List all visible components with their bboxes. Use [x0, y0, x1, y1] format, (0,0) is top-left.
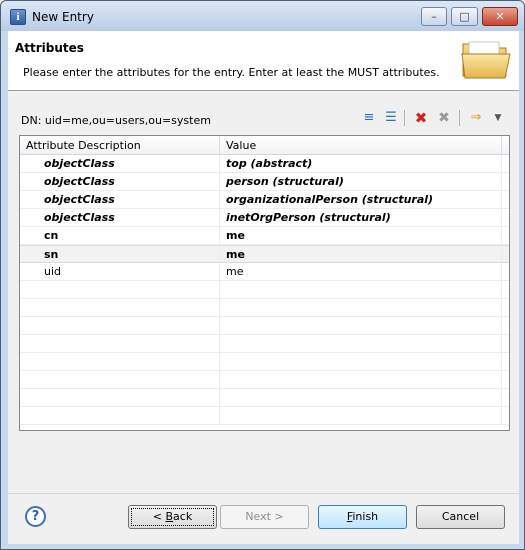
empty-table-row: [20, 317, 509, 335]
finish-button[interactable]: Finish: [318, 505, 407, 529]
window-title: New Entry: [32, 10, 94, 24]
edit-value-icon[interactable]: ☰: [382, 109, 400, 127]
column-header-value[interactable]: Value: [220, 136, 501, 155]
empty-cell: [20, 407, 220, 425]
filler-cell: [501, 263, 509, 281]
empty-table-row: [20, 299, 509, 317]
value-cell[interactable]: me: [221, 246, 501, 264]
finish-rest: inish: [352, 510, 379, 523]
value-cell[interactable]: person (structural): [221, 173, 501, 191]
empty-cell: [501, 335, 509, 353]
empty-cell: [501, 281, 509, 299]
empty-cell: [501, 317, 509, 335]
value-cell[interactable]: me: [221, 227, 501, 245]
empty-cell: [20, 389, 220, 407]
empty-table-row: [20, 389, 509, 407]
column-header-filler: [501, 136, 509, 155]
page-title: Attributes: [15, 41, 84, 55]
back-button[interactable]: < Back: [128, 505, 217, 529]
empty-cell: [221, 353, 501, 371]
dialog-window: i New Entry – □ ✕ Attributes Please ente…: [0, 0, 525, 550]
table-row[interactable]: objectClass person (structural): [20, 173, 509, 191]
folder-icon: [461, 41, 511, 79]
attribute-cell: objectClass: [20, 155, 220, 173]
toolbar-separator: [404, 110, 405, 126]
attribute-cell: objectClass: [20, 191, 220, 209]
attribute-cell: cn: [20, 227, 220, 245]
attribute-cell: objectClass: [20, 209, 220, 227]
button-bar-separator: [8, 493, 519, 494]
delete-all-icon[interactable]: ✖: [435, 109, 453, 127]
wizard-banner: Attributes Please enter the attributes f…: [8, 31, 519, 91]
empty-cell: [20, 299, 220, 317]
table-row[interactable]: cn me: [20, 227, 509, 245]
empty-cell: [501, 371, 509, 389]
maximize-button[interactable]: □: [451, 7, 478, 26]
cancel-button[interactable]: Cancel: [416, 505, 505, 529]
empty-cell: [221, 371, 501, 389]
dialog-client-area: Attributes Please enter the attributes f…: [8, 31, 519, 544]
table-row[interactable]: objectClass organizationalPerson (structu…: [20, 191, 509, 209]
empty-table-row: [20, 371, 509, 389]
focus-rect: [131, 508, 214, 526]
empty-cell: [221, 281, 501, 299]
attribute-toolbar: ≡ ☰ ✖ ✖ ⇒ ▼: [360, 109, 510, 129]
toolbar-separator: [459, 110, 460, 126]
table-row[interactable]: objectClass top (abstract): [20, 155, 509, 173]
empty-cell: [20, 317, 220, 335]
table-row[interactable]: sn me: [20, 245, 509, 264]
dn-label: DN: uid=me,ou=users,ou=system: [21, 114, 211, 127]
empty-cell: [221, 407, 501, 425]
new-value-icon[interactable]: ≡: [360, 109, 378, 127]
empty-table-row: [20, 281, 509, 299]
empty-cell: [221, 299, 501, 317]
empty-table-row: [20, 335, 509, 353]
attribute-cell: uid: [20, 263, 220, 281]
view-menu-icon[interactable]: ▼: [489, 109, 507, 127]
filler-cell: [501, 173, 509, 191]
empty-cell: [20, 281, 220, 299]
page-description: Please enter the attributes for the entr…: [23, 66, 440, 79]
empty-cell: [221, 389, 501, 407]
empty-cell: [501, 389, 509, 407]
table-body: objectClass top (abstract) objectClass pers…: [20, 155, 509, 425]
filler-cell: [501, 155, 509, 173]
filler-cell: [501, 191, 509, 209]
filler-cell: [501, 209, 509, 227]
value-cell[interactable]: organizationalPerson (structural): [221, 191, 501, 209]
attribute-cell: objectClass: [20, 173, 220, 191]
empty-cell: [501, 353, 509, 371]
empty-cell: [20, 353, 220, 371]
filler-cell: [501, 227, 509, 245]
table-header: Attribute Description Value: [20, 136, 509, 155]
empty-cell: [221, 317, 501, 335]
table-row[interactable]: objectClass inetOrgPerson (structural): [20, 209, 509, 227]
table-row[interactable]: uid me: [20, 263, 509, 281]
title-bar[interactable]: i New Entry – □ ✕: [1, 1, 524, 31]
empty-cell: [501, 407, 509, 425]
app-icon: i: [10, 9, 26, 25]
delete-icon[interactable]: ✖: [412, 109, 430, 127]
help-button[interactable]: ?: [25, 506, 46, 527]
column-header-attribute[interactable]: Attribute Description: [20, 136, 220, 155]
attributes-table[interactable]: Attribute Description Value objectClass t…: [19, 135, 510, 431]
value-cell[interactable]: inetOrgPerson (structural): [221, 209, 501, 227]
filler-cell: [501, 246, 509, 264]
empty-cell: [221, 335, 501, 353]
value-cell[interactable]: me: [221, 263, 501, 281]
attribute-cell: sn: [20, 246, 220, 264]
empty-cell: [20, 335, 220, 353]
show-all-icon[interactable]: ⇒: [467, 109, 485, 127]
next-button[interactable]: Next >: [220, 505, 309, 529]
empty-cell: [501, 299, 509, 317]
value-cell[interactable]: top (abstract): [221, 155, 501, 173]
empty-cell: [20, 371, 220, 389]
close-button[interactable]: ✕: [482, 7, 518, 26]
minimize-button[interactable]: –: [421, 7, 447, 26]
empty-table-row: [20, 407, 509, 425]
empty-table-row: [20, 353, 509, 371]
